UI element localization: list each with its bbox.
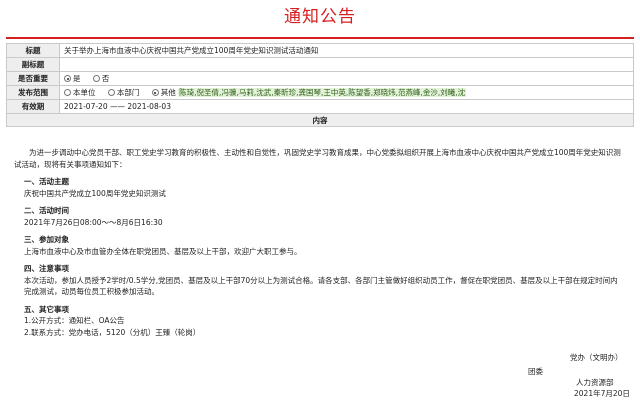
scope-recipient-list: 陈琦,倪圣倩,冯骥,马莉,沈武,秦昕珍,龚国琴,王中英,陈望香,郑晓炜,范燕峰,… bbox=[178, 88, 467, 97]
section-notes: 四、注意事项 本次活动，参加人员授予2学时/0.5学分,党团员、基层及以上干部7… bbox=[24, 263, 624, 298]
importance-no-label: 否 bbox=[101, 74, 110, 83]
validity-end-date: 2021-08-03 bbox=[127, 102, 171, 111]
section-line: 上海市血液中心及市血管办全体在职党团员、基层及以上干部，欢迎广大职工参与。 bbox=[24, 246, 302, 256]
radio-checked-icon[interactable] bbox=[151, 89, 159, 96]
importance-yes-label: 是 bbox=[73, 74, 81, 83]
validity-separator: —— bbox=[109, 102, 125, 111]
validity-start-date: 2021-07-20 bbox=[64, 102, 108, 111]
title-value: 关于举办上海市血液中心庆祝中国共产党成立100周年党史知识测试活动通知 bbox=[59, 43, 634, 58]
scope-department-option[interactable]: 本部门 bbox=[107, 88, 140, 97]
section-title: 一、活动主题 bbox=[24, 177, 69, 186]
section-line: 1.公开方式：通知栏、OA公告 bbox=[24, 316, 125, 325]
section-title: 三、参加对象 bbox=[24, 235, 69, 244]
section-line: 2.联系方式：党办电话，5120（分机）王臻（轮岗） bbox=[24, 327, 201, 337]
section-title: 四、注意事项 bbox=[24, 264, 69, 273]
section-title: 二、活动时间 bbox=[24, 206, 69, 215]
section-other: 五、其它事项 1.公开方式：通知栏、OA公告 2.联系方式：党办电话，5120（… bbox=[24, 304, 624, 339]
section-line: 2021年7月26日08:00～～8月6日16:30 bbox=[24, 217, 163, 227]
notice-intro: 为进一步调动中心党员干部、职工党史学习教育的积极性、主动性和自觉性，巩固党史学习… bbox=[14, 148, 621, 169]
scope-unit-label: 本单位 bbox=[73, 88, 96, 97]
content-label: 内容 bbox=[6, 113, 634, 127]
title-divider bbox=[6, 37, 634, 39]
signature-party-office: 党办（文明办） bbox=[570, 353, 623, 362]
form-row-subtitle: 副标题 bbox=[6, 57, 634, 72]
page-title: 通知公告 bbox=[284, 7, 356, 27]
importance-options: 是 否 bbox=[59, 71, 634, 86]
scope-department-label: 本部门 bbox=[116, 88, 140, 97]
importance-no-option[interactable]: 否 bbox=[92, 74, 110, 83]
title-label: 标题 bbox=[6, 43, 60, 58]
notice-form: 标题 关于举办上海市血液中心庆祝中国共产党成立100周年党史知识测试活动通知 副… bbox=[6, 43, 634, 127]
section-theme: 一、活动主题 庆祝中国共产党成立100周年党史知识测试 bbox=[24, 176, 624, 199]
radio-unchecked-icon[interactable] bbox=[64, 89, 71, 96]
section-time: 二、活动时间 2021年7月26日08:00～～8月6日16:30 bbox=[24, 205, 624, 228]
scope-options: 本单位 本部门 其他 陈琦,倪圣倩,冯骥,马莉,沈武,秦昕珍,龚国琴,王中英,陈… bbox=[59, 85, 634, 100]
radio-checked-icon[interactable] bbox=[64, 75, 71, 82]
section-line: 庆祝中国共产党成立100周年党史知识测试 bbox=[24, 188, 166, 198]
radio-unchecked-icon[interactable] bbox=[107, 89, 115, 96]
section-participants: 三、参加对象 上海市血液中心及市血管办全体在职党团员、基层及以上干部，欢迎广大职… bbox=[24, 234, 624, 257]
signature-date: 2021年7月20日 bbox=[574, 389, 630, 398]
validity-range: 2021-07-20 —— 2021-08-03 bbox=[59, 99, 634, 114]
form-row-importance: 是否重要 是 否 bbox=[6, 71, 634, 86]
subtitle-value bbox=[59, 57, 634, 72]
scope-unit-option[interactable]: 本单位 bbox=[64, 88, 96, 97]
form-row-scope: 发布范围 本单位 本部门 其他 陈琦,倪圣倩,冯骥,马莉,沈武,秦昕珍,龚国琴,… bbox=[6, 85, 634, 100]
signature-hr-department: 人力资源部 bbox=[576, 378, 614, 387]
importance-label: 是否重要 bbox=[6, 71, 60, 86]
importance-yes-option[interactable]: 是 bbox=[64, 74, 81, 83]
section-title: 五、其它事项 bbox=[24, 304, 69, 314]
validity-label: 有效期 bbox=[6, 99, 60, 114]
section-line: 本次活动，参加人员授予2学时/0.5学分,党团员、基层及以上干部70分以上为测试… bbox=[24, 275, 618, 297]
signature-youth-league: 团委 bbox=[528, 367, 543, 376]
scope-label: 发布范围 bbox=[6, 85, 60, 100]
radio-unchecked-icon[interactable] bbox=[92, 75, 100, 82]
form-row-validity: 有效期 2021-07-20 —— 2021-08-03 bbox=[6, 99, 634, 114]
form-row-title: 标题 关于举办上海市血液中心庆祝中国共产党成立100周年党史知识测试活动通知 bbox=[6, 43, 634, 58]
form-row-content-header: 内容 bbox=[6, 113, 634, 127]
scope-other-label: 其他 bbox=[160, 88, 176, 97]
notice-body: 为进一步调动中心党员干部、职工党史学习教育的积极性、主动性和自觉性，巩固党史学习… bbox=[14, 147, 624, 339]
scope-other-option[interactable]: 其他 bbox=[151, 88, 176, 97]
subtitle-label: 副标题 bbox=[6, 57, 60, 72]
